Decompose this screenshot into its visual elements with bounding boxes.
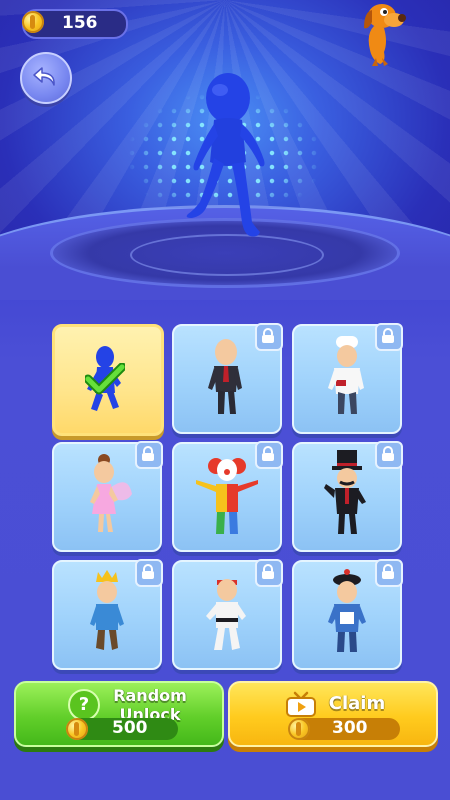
skin-card-fairy[interactable] — [52, 441, 163, 552]
skin-card-businessman[interactable] — [172, 323, 283, 434]
lock-badge — [255, 441, 283, 469]
lock-icon — [262, 328, 274, 343]
skin-card-prince[interactable] — [52, 559, 163, 670]
coin-icon — [66, 718, 88, 740]
skin-card-karate[interactable] — [172, 559, 283, 670]
random-unlock-button[interactable]: ? Random Unlock 500 — [14, 681, 224, 747]
random-unlock-price: 500 — [66, 718, 178, 740]
lock-badge — [255, 559, 283, 587]
lock-icon — [262, 564, 274, 579]
claim-label: Claim — [328, 693, 386, 714]
random-unlock-label-line1: Random — [113, 686, 187, 705]
back-button[interactable] — [20, 52, 72, 104]
lock-icon — [262, 446, 274, 461]
skin-card-qing-official[interactable] — [292, 559, 403, 670]
lock-badge — [135, 441, 163, 469]
skin-card-clown[interactable] — [172, 441, 283, 552]
lock-badge — [375, 323, 403, 351]
coin-icon — [22, 11, 44, 33]
claim-price-value: 300 — [332, 718, 368, 738]
lock-icon — [142, 564, 154, 579]
lock-icon — [382, 328, 394, 343]
preview-character — [186, 73, 265, 237]
lock-badge — [135, 559, 163, 587]
lock-badge — [375, 441, 403, 469]
check-icon — [85, 363, 125, 395]
random-unlock-price-value: 500 — [112, 718, 148, 738]
claim-button[interactable]: Claim 300 — [228, 681, 438, 747]
skin-card-magician[interactable] — [292, 441, 403, 552]
dog-mascot-icon[interactable] — [354, 2, 406, 68]
claim-price: 300 — [288, 718, 400, 740]
lock-icon — [142, 446, 154, 461]
skin-card-blue-stickman[interactable] — [52, 324, 164, 436]
lock-badge — [255, 323, 283, 351]
question-icon: ? — [68, 689, 100, 721]
coin-balance: 156 — [22, 9, 128, 39]
coin-balance-value: 156 — [62, 13, 98, 33]
video-ad-icon — [286, 691, 316, 717]
lock-badge — [375, 559, 403, 587]
back-arrow-icon — [33, 67, 55, 86]
skin-card-chef[interactable] — [292, 323, 403, 434]
coin-icon — [288, 718, 310, 740]
lock-icon — [382, 446, 394, 461]
lock-icon — [382, 564, 394, 579]
